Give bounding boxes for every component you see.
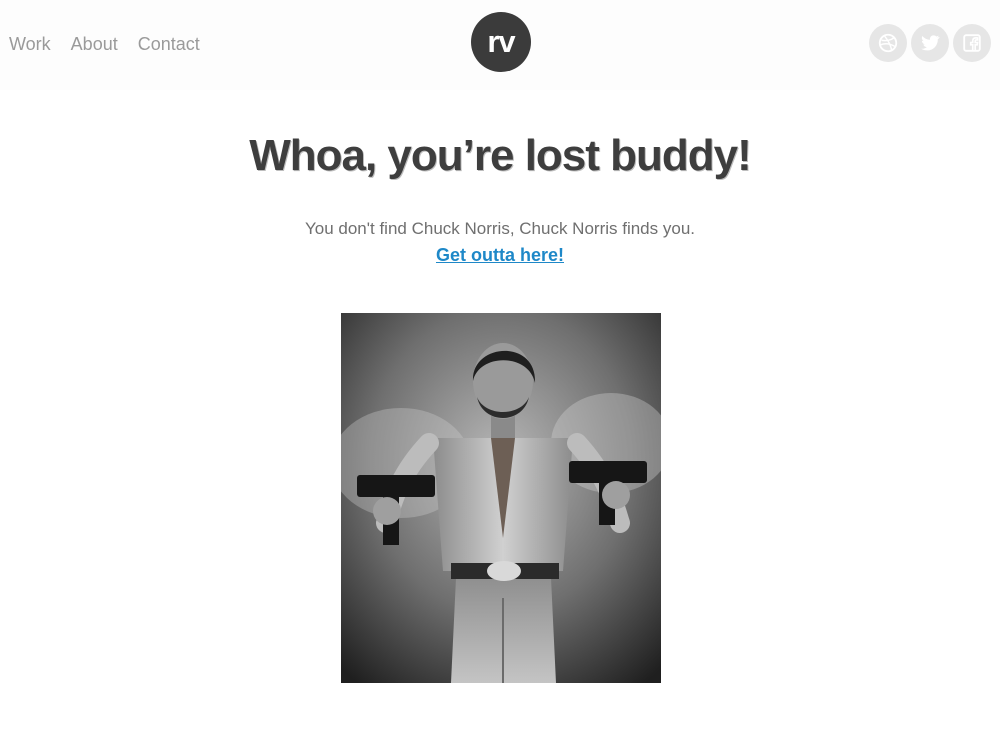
logo-text: rv [487, 24, 515, 59]
site-logo[interactable]: rv [471, 12, 531, 72]
photo-illustration [341, 313, 661, 683]
dribbble-icon [878, 33, 898, 53]
facebook-icon [963, 34, 981, 52]
page-title: Whoa, you’re lost buddy! [249, 131, 752, 180]
nav-work-link[interactable]: Work [9, 33, 51, 55]
facebook-button[interactable] [953, 24, 991, 62]
main-content: Whoa, you’re lost buddy! You don't find … [0, 90, 1000, 266]
twitter-icon [921, 35, 940, 51]
get-outta-here-link[interactable]: Get outta here! [436, 244, 564, 266]
chuck-norris-photo [341, 313, 661, 683]
social-links [869, 24, 991, 62]
site-header: Work About Contact rv [0, 0, 1000, 90]
main-nav: Work About Contact [9, 33, 220, 55]
page-subtitle: You don't find Chuck Norris, Chuck Norri… [304, 219, 695, 238]
twitter-button[interactable] [911, 24, 949, 62]
dribbble-button[interactable] [869, 24, 907, 62]
nav-about-link[interactable]: About [71, 33, 118, 55]
nav-contact-link[interactable]: Contact [138, 33, 200, 55]
